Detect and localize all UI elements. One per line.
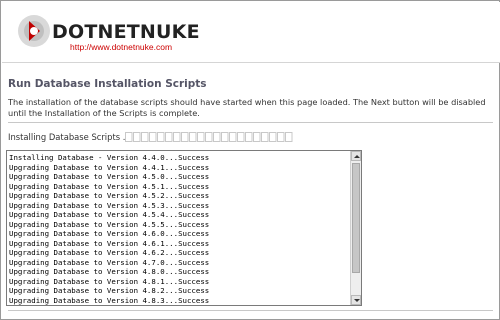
log-line: Upgrading Database to Version 4.8.2...Su… [9, 286, 210, 296]
install-log[interactable]: Installing Database - Version 4.4.0...Su… [6, 150, 362, 306]
arrow-up-icon [354, 155, 360, 158]
progress-segment [221, 132, 229, 142]
progress-segment [165, 132, 173, 142]
log-line: Upgrading Database to Version 4.5.3...Su… [9, 200, 210, 210]
log-line: Upgrading Database to Version 4.5.5...Su… [9, 219, 210, 229]
log-line: Upgrading Database to Version 4.5.2...Su… [9, 191, 210, 201]
scroll-up-button[interactable] [351, 151, 361, 161]
log-line: Upgrading Database to Version 4.8.0...Su… [9, 267, 210, 277]
scroll-down-button[interactable] [351, 295, 361, 305]
progress-segment [229, 132, 237, 142]
log-line: Upgrading Database to Version 4.7.0...Su… [9, 257, 210, 267]
log-line: Upgrading Database to Version 4.8.1...Su… [9, 276, 210, 286]
progress-segment [237, 132, 245, 142]
log-line: Upgrading Database to Version 4.5.1...Su… [9, 181, 210, 191]
install-log-lines: Installing Database - Version 4.4.0...Su… [9, 153, 349, 305]
log-line: Upgrading Database to Version 4.6.0...Su… [9, 229, 210, 239]
log-line: Upgrading Database to Version 4.5.0...Su… [9, 172, 210, 182]
progress-segment [285, 132, 293, 142]
log-line: Upgrading Database to Version 4.6.2...Su… [9, 248, 210, 258]
progress-segment [181, 132, 189, 142]
progress-segment [245, 132, 253, 142]
progress-segment [269, 132, 277, 142]
progress-segment [125, 132, 133, 142]
progress-segment [141, 132, 149, 142]
brand-name: DOTNETNUKE [52, 21, 200, 43]
arrow-down-icon [354, 299, 360, 302]
header-divider [2, 62, 500, 63]
log-line: Installing Database - Version 4.4.0...Su… [9, 153, 210, 162]
log-line: Upgrading Database to Version 4.6.1...Su… [9, 238, 210, 248]
progress-segment [157, 132, 165, 142]
progress-segment [149, 132, 157, 142]
progress-segment [197, 132, 205, 142]
footer-divider [8, 310, 493, 311]
progress-segment [213, 132, 221, 142]
log-line: Upgrading Database to Version 4.8.3...Su… [9, 295, 210, 305]
progress-segment [261, 132, 269, 142]
brand-url: http://www.dotnetnuke.com [70, 42, 173, 52]
log-scrollbar[interactable] [350, 151, 361, 305]
scroll-thumb[interactable] [352, 163, 360, 273]
progress-segment [277, 132, 285, 142]
progress-segment [189, 132, 197, 142]
dotnetnuke-logo-icon [18, 15, 50, 47]
progress-segment [173, 132, 181, 142]
page-description: The installation of the database scripts… [8, 97, 486, 118]
log-line: Upgrading Database to Version 4.5.4...Su… [9, 210, 210, 220]
header: DOTNETNUKE http://www.dotnetnuke.com [2, 2, 500, 62]
page-title: Run Database Installation Scripts [8, 78, 207, 90]
progress-segment [133, 132, 141, 142]
progress-label: Installing Database Scripts ... [8, 132, 131, 142]
progress-segment [205, 132, 213, 142]
installer-window: DOTNETNUKE http://www.dotnetnuke.com Run… [0, 0, 500, 320]
log-line: Upgrading Database to Version 4.4.1...Su… [9, 162, 210, 172]
progress-segment [253, 132, 261, 142]
section-divider [8, 122, 493, 123]
progress-indicator [125, 132, 293, 142]
